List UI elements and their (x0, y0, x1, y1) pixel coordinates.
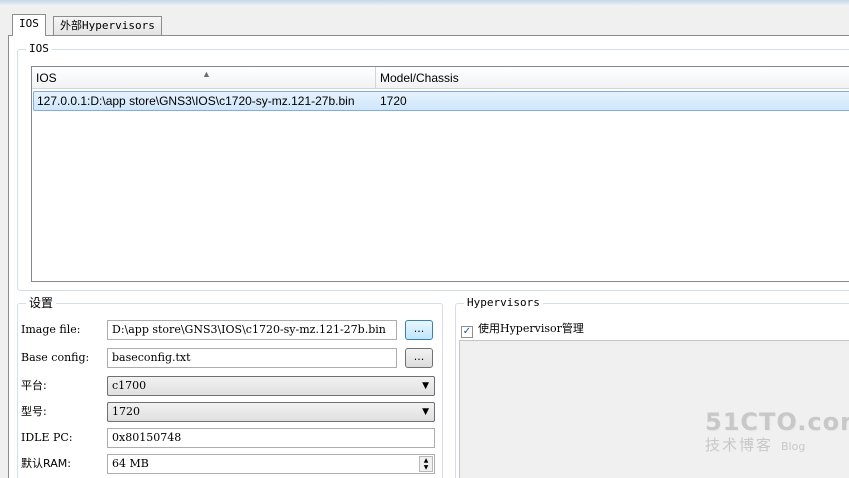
model-label: 型号: (21, 405, 47, 418)
tab-ios[interactable]: IOS (12, 14, 46, 36)
default-ram-spinbox[interactable]: 64 MB ▲ ▼ (107, 454, 435, 474)
base-config-browse-button[interactable]: ... (405, 348, 433, 368)
checkmark-icon[interactable]: ✓ (461, 326, 473, 338)
watermark-sub-text: 技术博客 (705, 436, 774, 454)
idle-pc-label: IDLE PC: (21, 431, 73, 444)
watermark-logo: 51CTO.com 技术博客 Blog (705, 408, 849, 455)
table-row[interactable]: 127.0.0.1:D:\app store\GNS3\IOS\c1720-sy… (33, 91, 849, 111)
column-header-model[interactable]: Model/Chassis (376, 67, 459, 89)
ios-table[interactable]: IOS ▲ Model/Chassis 127.0.0.1:D:\app sto… (31, 66, 849, 282)
use-hypervisor-manager-label: 使用Hypervisor管理 (478, 322, 584, 335)
model-select[interactable]: 1720 ▼ (107, 402, 435, 422)
base-config-input[interactable]: baseconfig.txt (107, 348, 397, 368)
image-file-label: Image file: (21, 323, 81, 336)
watermark-main: 51CTO.com (705, 408, 849, 436)
table-header: IOS ▲ Model/Chassis (32, 67, 849, 89)
cell-ios-path: 127.0.0.1:D:\app store\GNS3\IOS\c1720-sy… (37, 94, 355, 108)
spinner-icon[interactable]: ▲ ▼ (419, 456, 433, 472)
cell-model: 1720 (380, 94, 407, 108)
use-hypervisor-manager-checkbox[interactable]: ✓ 使用Hypervisor管理 (461, 322, 584, 338)
base-config-label: Base config: (21, 351, 90, 364)
default-ram-label: 默认RAM: (21, 457, 71, 470)
tab-bar: IOS 外部Hypervisors (0, 6, 849, 36)
platform-select[interactable]: c1700 ▼ (107, 376, 435, 396)
platform-label: 平台: (21, 379, 47, 392)
column-header-ios-label: IOS (36, 71, 57, 85)
column-header-ios[interactable]: IOS ▲ (32, 67, 375, 89)
image-file-browse-button[interactable]: ... (405, 320, 433, 340)
watermark-sub: 技术博客 Blog (705, 434, 849, 455)
watermark-blog: Blog (781, 440, 806, 453)
platform-select-value: c1700 (112, 379, 147, 392)
chevron-down-icon: ▼ (422, 381, 429, 391)
image-file-input[interactable]: D:\app store\GNS3\IOS\c1720-sy-mz.121-27… (107, 320, 397, 340)
window-top-edge (0, 0, 849, 5)
hypervisors-group-title: Hypervisors (464, 296, 543, 310)
sort-ascending-icon: ▲ (202, 69, 211, 79)
model-select-value: 1720 (112, 405, 140, 418)
ios-group-title: IOS (26, 42, 52, 56)
chevron-down-icon: ▼ (422, 407, 429, 417)
settings-group-title: 设置 (26, 296, 57, 310)
default-ram-value: 64 MB (112, 457, 149, 470)
tab-external-hypervisors[interactable]: 外部Hypervisors (53, 16, 162, 36)
idle-pc-input[interactable]: 0x80150748 (107, 428, 435, 448)
